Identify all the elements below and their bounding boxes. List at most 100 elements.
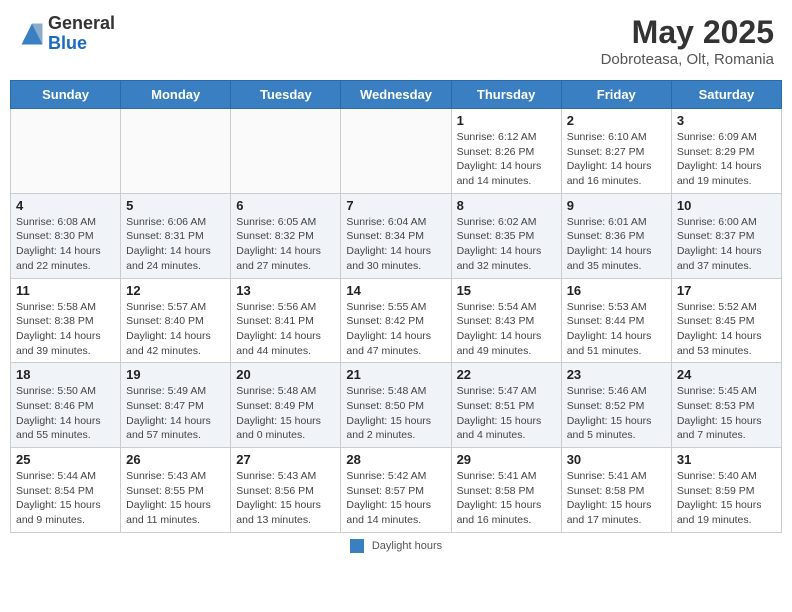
day-number: 5 [126, 198, 225, 213]
day-number: 25 [16, 452, 115, 467]
calendar-cell: 27 Sunrise: 5:43 AMSunset: 8:56 PMDayligh… [231, 448, 341, 533]
day-info: Sunrise: 5:42 AMSunset: 8:57 PMDaylight:… [346, 469, 445, 528]
calendar-cell [231, 109, 341, 194]
calendar-cell: 19 Sunrise: 5:49 AMSunset: 8:47 PMDayligh… [121, 363, 231, 448]
day-info: Sunrise: 5:41 AMSunset: 8:58 PMDaylight:… [457, 469, 556, 528]
calendar-cell: 1 Sunrise: 6:12 AMSunset: 8:26 PMDaylight… [451, 109, 561, 194]
day-info: Sunrise: 6:12 AMSunset: 8:26 PMDaylight:… [457, 130, 556, 189]
day-number: 8 [457, 198, 556, 213]
logo: General Blue [18, 14, 115, 54]
weekday-header-row: SundayMondayTuesdayWednesdayThursdayFrid… [11, 81, 782, 109]
weekday-header-friday: Friday [561, 81, 671, 109]
weekday-header-wednesday: Wednesday [341, 81, 451, 109]
calendar-cell: 18 Sunrise: 5:50 AMSunset: 8:46 PMDayligh… [11, 363, 121, 448]
calendar-week-row: 11Sunrise: 5:58 AMSunset: 8:38 PMDayligh… [11, 278, 782, 363]
day-number: 9 [567, 198, 666, 213]
calendar-cell: 24 Sunrise: 5:45 AMSunset: 8:53 PMDayligh… [671, 363, 781, 448]
day-info: Sunrise: 5:44 AMSunset: 8:54 PMDaylight:… [16, 469, 115, 528]
calendar-cell [341, 109, 451, 194]
calendar-cell: 22 Sunrise: 5:47 AMSunset: 8:51 PMDayligh… [451, 363, 561, 448]
day-number: 10 [677, 198, 776, 213]
calendar-cell: 2Sunrise: 6:10 AMSunset: 8:27 PMDaylight… [561, 109, 671, 194]
logo-icon [18, 20, 46, 48]
daylight-label: Daylight hours [372, 540, 442, 552]
calendar-cell: 8Sunrise: 6:02 AMSunset: 8:35 PMDaylight… [451, 193, 561, 278]
month-title: May 2025 [601, 14, 774, 51]
calendar-cell: 26 Sunrise: 5:43 AMSunset: 8:55 PMDayligh… [121, 448, 231, 533]
day-number: 17 [677, 283, 776, 298]
day-number: 7 [346, 198, 445, 213]
calendar-cell: 17Sunrise: 5:52 AMSunset: 8:45 PMDayligh… [671, 278, 781, 363]
logo-text: General Blue [48, 14, 115, 54]
day-number: 16 [567, 283, 666, 298]
day-number: 24 [677, 367, 776, 382]
day-number: 26 [126, 452, 225, 467]
day-number: 13 [236, 283, 335, 298]
day-info: Sunrise: 5:49 AMSunset: 8:47 PMDaylight:… [126, 384, 225, 443]
calendar-cell: 15Sunrise: 5:54 AMSunset: 8:43 PMDayligh… [451, 278, 561, 363]
calendar-week-row: 18 Sunrise: 5:50 AMSunset: 8:46 PMDayligh… [11, 363, 782, 448]
calendar-cell: 7 Sunrise: 6:04 AMSunset: 8:34 PMDaylight… [341, 193, 451, 278]
day-info: Sunrise: 5:45 AMSunset: 8:53 PMDaylight:… [677, 384, 776, 443]
day-info: Sunrise: 5:41 AMSunset: 8:58 PMDaylight:… [567, 469, 666, 528]
day-number: 3 [677, 113, 776, 128]
day-number: 21 [346, 367, 445, 382]
calendar-footer: Daylight hours [10, 539, 782, 553]
day-number: 27 [236, 452, 335, 467]
weekday-header-monday: Monday [121, 81, 231, 109]
day-info: Sunrise: 5:47 AMSunset: 8:51 PMDaylight:… [457, 384, 556, 443]
calendar-cell: 31 Sunrise: 5:40 AMSunset: 8:59 PMDayligh… [671, 448, 781, 533]
calendar-cell: 9 Sunrise: 6:01 AMSunset: 8:36 PMDaylight… [561, 193, 671, 278]
calendar-cell: 21Sunrise: 5:48 AMSunset: 8:50 PMDayligh… [341, 363, 451, 448]
day-number: 20 [236, 367, 335, 382]
day-info: Sunrise: 5:43 AMSunset: 8:55 PMDaylight:… [126, 469, 225, 528]
calendar-cell: 4Sunrise: 6:08 AMSunset: 8:30 PMDaylight… [11, 193, 121, 278]
calendar-cell: 11Sunrise: 5:58 AMSunset: 8:38 PMDayligh… [11, 278, 121, 363]
day-number: 4 [16, 198, 115, 213]
calendar-cell: 28 Sunrise: 5:42 AMSunset: 8:57 PMDayligh… [341, 448, 451, 533]
day-info: Sunrise: 6:06 AMSunset: 8:31 PMDaylight:… [126, 215, 225, 274]
day-info: Sunrise: 6:01 AMSunset: 8:36 PMDaylight:… [567, 215, 666, 274]
weekday-header-saturday: Saturday [671, 81, 781, 109]
day-number: 22 [457, 367, 556, 382]
calendar-cell: 25 Sunrise: 5:44 AMSunset: 8:54 PMDayligh… [11, 448, 121, 533]
calendar-cell: 20 Sunrise: 5:48 AMSunset: 8:49 PMDayligh… [231, 363, 341, 448]
day-number: 31 [677, 452, 776, 467]
day-info: Sunrise: 5:48 AMSunset: 8:49 PMDaylight:… [236, 384, 335, 443]
day-info: Sunrise: 6:05 AMSunset: 8:32 PMDaylight:… [236, 215, 335, 274]
day-info: Sunrise: 6:04 AMSunset: 8:34 PMDaylight:… [346, 215, 445, 274]
day-info: Sunrise: 6:09 AMSunset: 8:29 PMDaylight:… [677, 130, 776, 189]
day-info: Sunrise: 5:55 AMSunset: 8:42 PMDaylight:… [346, 300, 445, 359]
day-number: 14 [346, 283, 445, 298]
logo-blue-text: Blue [48, 34, 115, 54]
calendar-cell: 6Sunrise: 6:05 AMSunset: 8:32 PMDaylight… [231, 193, 341, 278]
day-info: Sunrise: 5:50 AMSunset: 8:46 PMDaylight:… [16, 384, 115, 443]
calendar-week-row: 25 Sunrise: 5:44 AMSunset: 8:54 PMDayligh… [11, 448, 782, 533]
day-number: 1 [457, 113, 556, 128]
calendar-week-row: 4Sunrise: 6:08 AMSunset: 8:30 PMDaylight… [11, 193, 782, 278]
weekday-header-sunday: Sunday [11, 81, 121, 109]
day-number: 11 [16, 283, 115, 298]
day-number: 19 [126, 367, 225, 382]
weekday-header-tuesday: Tuesday [231, 81, 341, 109]
daylight-color-box [350, 539, 364, 553]
calendar-table: SundayMondayTuesdayWednesdayThursdayFrid… [10, 80, 782, 533]
day-info: Sunrise: 5:46 AMSunset: 8:52 PMDaylight:… [567, 384, 666, 443]
day-info: Sunrise: 5:43 AMSunset: 8:56 PMDaylight:… [236, 469, 335, 528]
day-number: 18 [16, 367, 115, 382]
day-number: 15 [457, 283, 556, 298]
calendar-cell: 14 Sunrise: 5:55 AMSunset: 8:42 PMDayligh… [341, 278, 451, 363]
calendar-cell: 3 Sunrise: 6:09 AMSunset: 8:29 PMDaylight… [671, 109, 781, 194]
day-info: Sunrise: 5:40 AMSunset: 8:59 PMDaylight:… [677, 469, 776, 528]
calendar-week-row: 1 Sunrise: 6:12 AMSunset: 8:26 PMDaylight… [11, 109, 782, 194]
day-number: 12 [126, 283, 225, 298]
day-info: Sunrise: 5:56 AMSunset: 8:41 PMDaylight:… [236, 300, 335, 359]
location-text: Dobroteasa, Olt, Romania [601, 51, 774, 68]
day-number: 30 [567, 452, 666, 467]
title-block: May 2025 Dobroteasa, Olt, Romania [601, 14, 774, 68]
page-header: General Blue May 2025 Dobroteasa, Olt, R… [10, 10, 782, 72]
day-number: 28 [346, 452, 445, 467]
calendar-cell [11, 109, 121, 194]
calendar-cell: 10Sunrise: 6:00 AMSunset: 8:37 PMDayligh… [671, 193, 781, 278]
day-info: Sunrise: 5:53 AMSunset: 8:44 PMDaylight:… [567, 300, 666, 359]
